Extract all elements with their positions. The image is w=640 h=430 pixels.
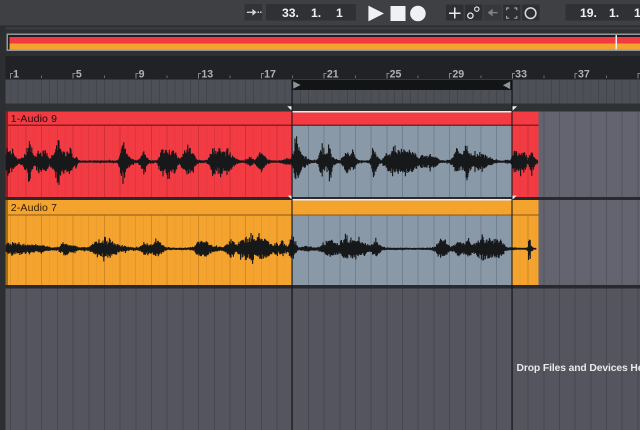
svg-text:1: 1 xyxy=(336,6,343,20)
svg-text:1: 1 xyxy=(13,69,19,81)
svg-text:13: 13 xyxy=(201,69,213,81)
svg-text:5: 5 xyxy=(76,69,82,81)
svg-text:37: 37 xyxy=(578,69,590,81)
svg-text:25: 25 xyxy=(390,69,402,81)
svg-text:33.: 33. xyxy=(282,6,299,20)
svg-text:19.: 19. xyxy=(580,6,597,20)
svg-text:Drop Files and Devices Here: Drop Files and Devices Here xyxy=(517,363,640,374)
svg-text:1: 1 xyxy=(634,6,640,20)
svg-text:29: 29 xyxy=(452,69,464,81)
svg-text:9: 9 xyxy=(139,69,145,81)
svg-text:1-Audio 9: 1-Audio 9 xyxy=(11,113,57,125)
svg-text:2-Audio 7: 2-Audio 7 xyxy=(11,202,57,214)
svg-text:33: 33 xyxy=(515,69,527,81)
svg-text:21: 21 xyxy=(327,69,339,81)
svg-text:17: 17 xyxy=(264,69,276,81)
svg-text:1.: 1. xyxy=(311,6,321,20)
svg-text:1.: 1. xyxy=(609,6,619,20)
